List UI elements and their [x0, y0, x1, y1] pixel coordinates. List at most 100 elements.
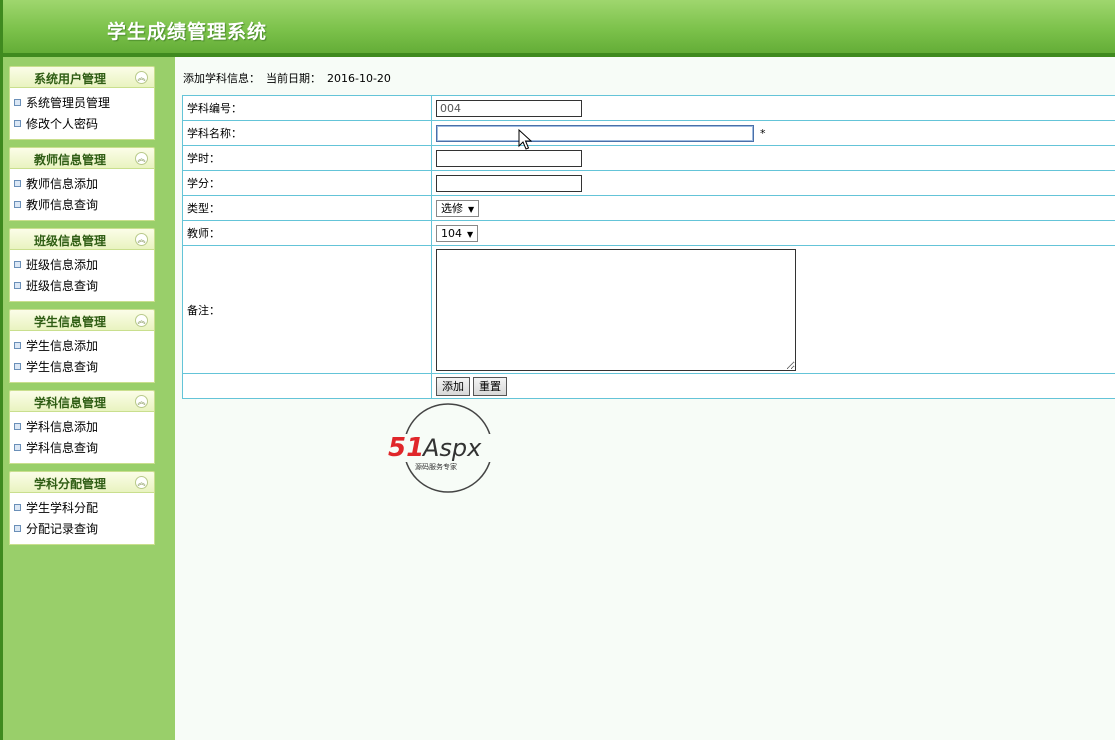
subject-form: 学科编号： 学科名称： * 学时： 学分： [182, 95, 1115, 399]
menu-body: 学生信息添加 学生信息查询 [9, 331, 155, 383]
add-button[interactable]: 添加 [436, 376, 470, 396]
watermark-logo: 51 Aspx 源码服务专家 [387, 403, 509, 493]
form-row-name: 学科名称： * [182, 120, 1115, 146]
menu-group-subjects: 学科信息管理 ︽ 学科信息添加 学科信息查询 [9, 390, 155, 464]
menu-item-student-query[interactable]: 学生信息查询 [10, 357, 154, 378]
square-bullet-icon [14, 423, 21, 430]
menu-item-teacher-query[interactable]: 教师信息查询 [10, 195, 154, 216]
chevron-double-up-icon[interactable]: ︽ [135, 476, 148, 489]
menu-head-label: 学生信息管理 [33, 315, 106, 329]
menu-head-label: 系统用户管理 [33, 72, 106, 86]
hours-input[interactable] [436, 149, 582, 167]
type-cell: 选修 ▼ [431, 195, 1115, 221]
square-bullet-icon [14, 99, 21, 106]
menu-head-label: 班级信息管理 [33, 234, 106, 248]
menu-item-assign-query[interactable]: 分配记录查询 [10, 519, 154, 540]
chevron-double-up-icon[interactable]: ︽ [135, 314, 148, 327]
menu-item-teacher-add[interactable]: 教师信息添加 [10, 174, 154, 195]
watermark-brand-aspx: Aspx [421, 434, 482, 462]
menu-head-system-users[interactable]: 系统用户管理 ︽ [9, 66, 155, 88]
form-row-code: 学科编号： [182, 95, 1115, 121]
menu-item-label: 学生学科分配 [26, 501, 99, 515]
menu-item-label: 学科信息添加 [26, 420, 99, 434]
code-label: 学科编号： [182, 95, 432, 121]
square-bullet-icon [14, 363, 21, 370]
main-content: 添加学科信息： 当前日期： 2016-10-20 学科编号： 学科名称： * 学时： [175, 57, 1115, 740]
square-bullet-icon [14, 180, 21, 187]
type-select-value: 选修 [441, 201, 463, 215]
teacher-cell: 104 ▼ [431, 220, 1115, 246]
menu-body: 教师信息添加 教师信息查询 [9, 169, 155, 221]
menu-item-class-add[interactable]: 班级信息添加 [10, 255, 154, 276]
menu-head-students[interactable]: 学生信息管理 ︽ [9, 309, 155, 331]
teacher-select[interactable]: 104 ▼ [436, 224, 479, 242]
name-cell: * [431, 120, 1115, 146]
code-cell [431, 95, 1115, 121]
menu-item-admin-manage[interactable]: 系统管理员管理 [10, 93, 154, 114]
square-bullet-icon [14, 282, 21, 289]
type-label: 类型： [182, 195, 432, 221]
reset-button[interactable]: 重置 [473, 376, 507, 396]
form-row-hours: 学时： [182, 145, 1115, 171]
hours-label: 学时： [182, 145, 432, 171]
menu-item-subject-add[interactable]: 学科信息添加 [10, 417, 154, 438]
menu-item-label: 学生信息添加 [26, 339, 99, 353]
menu-item-subject-query[interactable]: 学科信息查询 [10, 438, 154, 459]
square-bullet-icon [14, 201, 21, 208]
header-bar: 学生成绩管理系统 [0, 0, 1115, 57]
menu-head-classes[interactable]: 班级信息管理 ︽ [9, 228, 155, 250]
square-bullet-icon [14, 525, 21, 532]
menu-item-student-add[interactable]: 学生信息添加 [10, 336, 154, 357]
chevron-double-up-icon[interactable]: ︽ [135, 71, 148, 84]
chevron-double-up-icon[interactable]: ︽ [135, 233, 148, 246]
credit-input[interactable] [436, 174, 582, 192]
remarks-label: 备注： [182, 245, 432, 374]
menu-item-label: 教师信息添加 [26, 177, 99, 191]
actions-cell: 添加 重置 [431, 373, 1115, 399]
menu-body: 系统管理员管理 修改个人密码 [9, 88, 155, 140]
menu-head-label: 教师信息管理 [33, 153, 106, 167]
square-bullet-icon [14, 120, 21, 127]
menu-item-label: 教师信息查询 [26, 198, 99, 212]
chevron-double-up-icon[interactable]: ︽ [135, 395, 148, 408]
required-mark: * [760, 126, 766, 140]
mouse-pointer-icon [518, 129, 532, 150]
remarks-cell [431, 245, 1115, 374]
name-label: 学科名称： [182, 120, 432, 146]
menu-group-classes: 班级信息管理 ︽ 班级信息添加 班级信息查询 [9, 228, 155, 302]
square-bullet-icon [14, 504, 21, 511]
menu-group-system-users: 系统用户管理 ︽ 系统管理员管理 修改个人密码 [9, 66, 155, 140]
menu-item-change-password[interactable]: 修改个人密码 [10, 114, 154, 135]
menu-item-label: 系统管理员管理 [26, 96, 111, 110]
chevron-double-up-icon[interactable]: ︽ [135, 152, 148, 165]
menu-head-label: 学科信息管理 [33, 396, 106, 410]
sidebar: 系统用户管理 ︽ 系统管理员管理 修改个人密码 教师信息管理 ︽ 教师信息添加 … [0, 57, 175, 740]
hours-cell [431, 145, 1115, 171]
name-input[interactable] [436, 124, 754, 142]
menu-head-assignments[interactable]: 学科分配管理 ︽ [9, 471, 155, 493]
menu-item-label: 学科信息查询 [26, 441, 99, 455]
watermark-brand-51: 51 [388, 433, 424, 463]
actions-spacer [182, 373, 432, 399]
form-row-actions: 添加 重置 [182, 373, 1115, 399]
menu-body: 班级信息添加 班级信息查询 [9, 250, 155, 302]
code-input[interactable] [436, 99, 582, 117]
page-title: 添加学科信息： [183, 72, 260, 85]
remarks-textarea[interactable] [436, 248, 796, 371]
form-row-credit: 学分： [182, 170, 1115, 196]
form-row-type: 类型： 选修 ▼ [182, 195, 1115, 221]
type-select[interactable]: 选修 ▼ [436, 199, 480, 217]
square-bullet-icon [14, 444, 21, 451]
menu-item-assign-subject[interactable]: 学生学科分配 [10, 498, 154, 519]
menu-head-subjects[interactable]: 学科信息管理 ︽ [9, 390, 155, 412]
square-bullet-icon [14, 261, 21, 268]
menu-item-class-query[interactable]: 班级信息查询 [10, 276, 154, 297]
menu-head-teachers[interactable]: 教师信息管理 ︽ [9, 147, 155, 169]
menu-item-label: 班级信息添加 [26, 258, 99, 272]
teacher-label: 教师： [182, 220, 432, 246]
menu-item-label: 分配记录查询 [26, 522, 99, 536]
menu-body: 学生学科分配 分配记录查询 [9, 493, 155, 545]
date-label: 当前日期： [266, 72, 321, 85]
teacher-select-value: 104 [441, 226, 462, 240]
form-row-remarks: 备注： [182, 245, 1115, 374]
